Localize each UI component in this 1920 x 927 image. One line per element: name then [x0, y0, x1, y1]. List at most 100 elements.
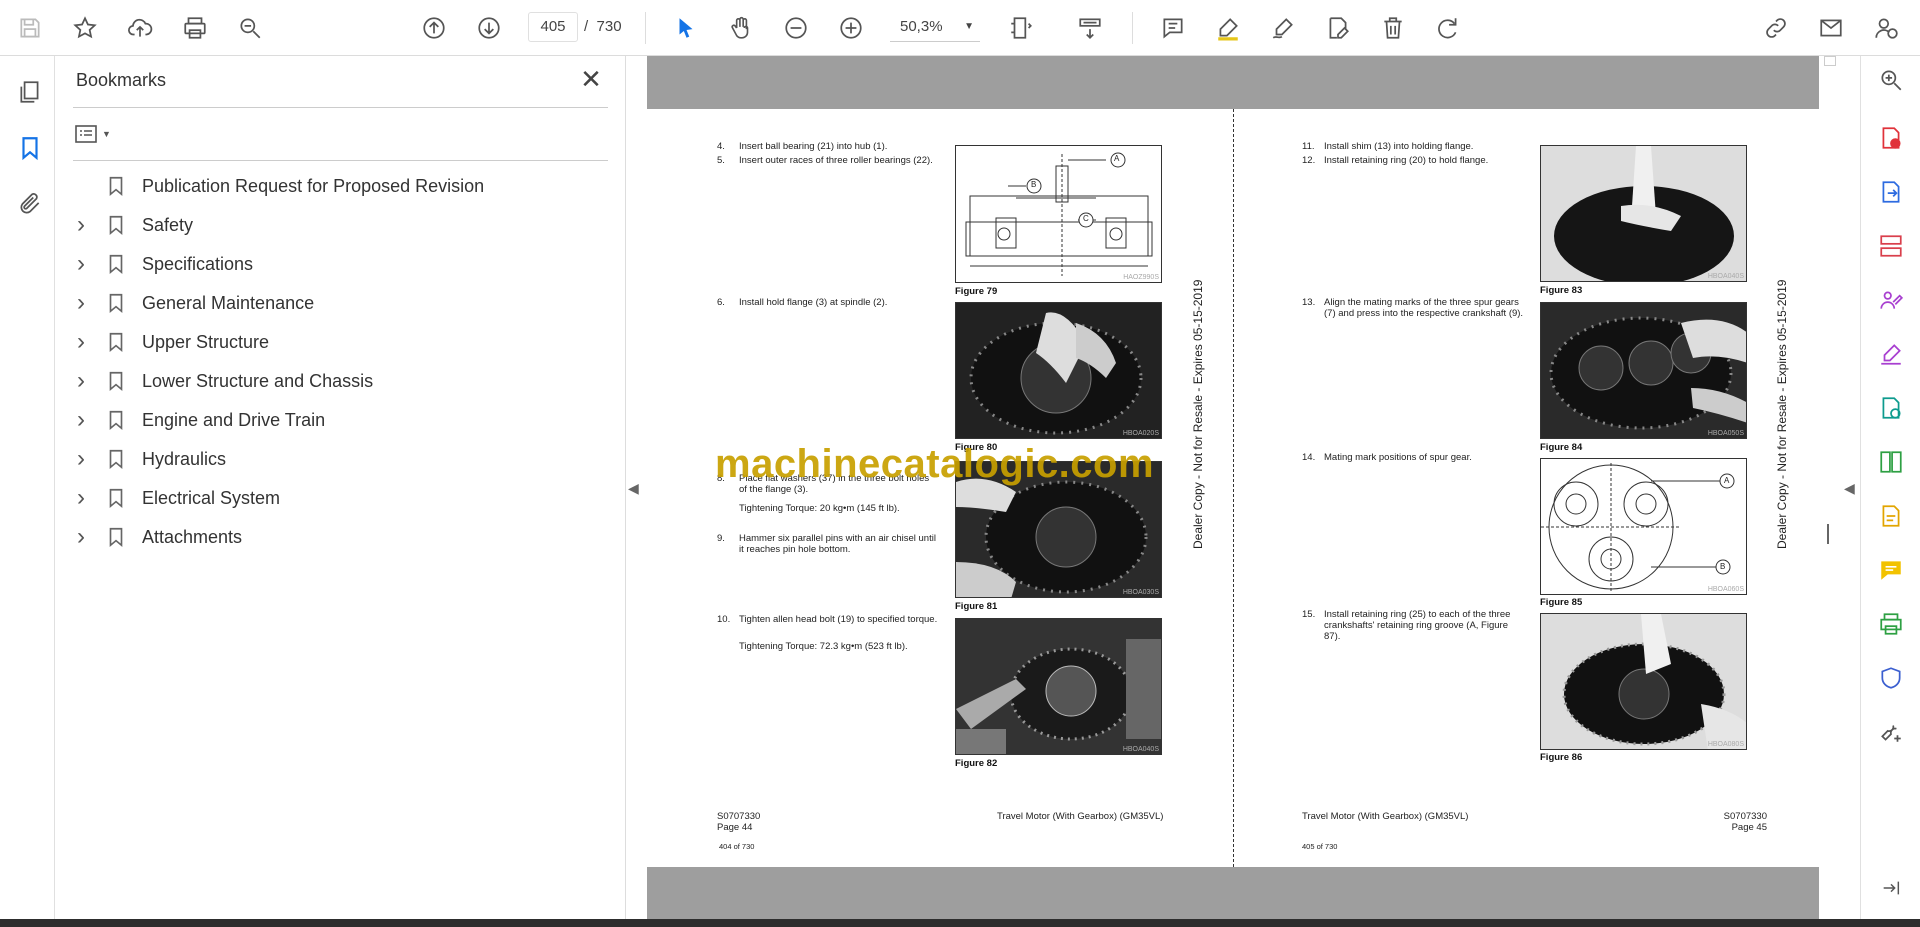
draw-pen-icon[interactable]	[1265, 10, 1301, 46]
comment-icon[interactable]	[1155, 10, 1191, 46]
step-text: Tighten allen head bolt (19) to specifie…	[739, 614, 938, 625]
bookmark-flag-icon	[96, 526, 136, 548]
print-production-icon[interactable]	[1875, 608, 1907, 640]
bookmark-flag-icon	[96, 370, 136, 392]
more-tools-icon[interactable]	[1875, 716, 1907, 748]
organize-pages-icon[interactable]	[1875, 230, 1907, 262]
collapse-tools-icon[interactable]	[1875, 872, 1907, 904]
figure-85-image: A B HBOA060S	[1540, 458, 1747, 595]
figure-caption: Figure 82	[955, 758, 998, 769]
bookmark-flag-icon	[96, 292, 136, 314]
vertical-scrollbar[interactable]: ◀	[1820, 56, 1859, 919]
zoom-out-icon[interactable]	[778, 10, 814, 46]
chevron-right-icon[interactable]: ›	[66, 367, 96, 395]
bookmark-label: General Maintenance	[142, 292, 315, 313]
search-zoom-icon[interactable]	[1875, 64, 1907, 96]
redo-icon[interactable]	[1430, 10, 1466, 46]
chevron-down-icon: ▼	[102, 129, 111, 139]
send-for-review-icon[interactable]	[1875, 392, 1907, 424]
chevron-down-icon: ▼	[964, 21, 974, 32]
bookmark-label: Upper Structure	[142, 331, 270, 352]
upload-cloud-icon[interactable]	[122, 10, 158, 46]
bookmark-item[interactable]: › Specifications	[66, 245, 606, 283]
star-icon[interactable]	[67, 10, 103, 46]
export-pdf-icon[interactable]	[1875, 176, 1907, 208]
bookmark-item[interactable]: › Lower Structure and Chassis	[66, 362, 606, 400]
figure-code: HBOA060S	[1707, 586, 1744, 593]
page-number-input[interactable]: 405	[528, 12, 578, 42]
hand-tool-icon[interactable]	[723, 10, 759, 46]
bookmark-item[interactable]: › General Maintenance	[66, 284, 606, 322]
attachments-icon[interactable]	[14, 188, 46, 220]
fit-page-icon[interactable]	[1003, 10, 1039, 46]
figure-code: HBOA080S	[1707, 741, 1744, 748]
chevron-right-icon[interactable]: ›	[66, 328, 96, 356]
figure-80-image: HBOA020S	[955, 302, 1162, 439]
chevron-right-icon[interactable]: ›	[66, 289, 96, 317]
bookmark-item[interactable]: › Hydraulics	[66, 440, 606, 478]
create-pdf-icon[interactable]	[1875, 122, 1907, 154]
scroll-mode-icon[interactable]	[1072, 10, 1108, 46]
zoom-level-select[interactable]: 50,3% ▼	[890, 12, 980, 42]
chevron-right-icon[interactable]: ›	[66, 484, 96, 512]
footer-code: S0707330 Page 45	[1723, 811, 1767, 833]
request-signatures-icon[interactable]	[1875, 284, 1907, 316]
next-page-icon[interactable]	[471, 10, 507, 46]
figure-caption: Figure 79	[955, 286, 998, 297]
print-icon[interactable]	[177, 10, 213, 46]
highlight-icon[interactable]	[1210, 10, 1246, 46]
bookmark-label: Safety	[142, 214, 194, 235]
bookmark-item[interactable]: › Engine and Drive Train	[66, 401, 606, 439]
scrollbar-thumb[interactable]	[1824, 56, 1836, 66]
scan-ocr-icon[interactable]	[1875, 500, 1907, 532]
edit-text-icon[interactable]	[1320, 10, 1356, 46]
footer-page-count: 404 of 730	[719, 842, 755, 851]
step-number: 10.	[717, 614, 731, 625]
bookmark-item[interactable]: › Attachments	[66, 518, 606, 556]
comment-tool-icon[interactable]	[1875, 554, 1907, 586]
chevron-right-icon[interactable]: ›	[66, 211, 96, 239]
account-help-icon[interactable]	[1868, 10, 1904, 46]
bookmark-item[interactable]: Publication Request for Proposed Revisio…	[66, 167, 606, 205]
bookmark-item[interactable]: › Safety	[66, 206, 606, 244]
protect-shield-icon[interactable]	[1875, 662, 1907, 694]
main-toolbar: 405 / 730 50,3% ▼	[0, 0, 1920, 56]
bookmark-options-button[interactable]: ▼	[74, 118, 124, 150]
expand-right-panel-icon[interactable]: ◀	[1844, 480, 1855, 497]
step-number: 9.	[717, 533, 725, 544]
chevron-right-icon[interactable]: ›	[66, 406, 96, 434]
close-icon[interactable]: ✕	[576, 64, 606, 94]
scroll-marker	[1827, 524, 1829, 544]
footer-page-count: 405 of 730	[1302, 842, 1338, 851]
figure-code: HBOA030S	[1122, 589, 1159, 596]
share-link-icon[interactable]	[1758, 10, 1794, 46]
step-number: 15.	[1302, 609, 1316, 620]
fill-sign-icon[interactable]	[1875, 338, 1907, 370]
page-thumbnails-icon[interactable]	[14, 76, 46, 108]
taskbar-strip	[0, 919, 1920, 927]
select-cursor-icon[interactable]	[668, 10, 704, 46]
chevron-right-icon[interactable]: ›	[66, 445, 96, 473]
chevron-right-icon[interactable]: ›	[66, 523, 96, 551]
figure-label: B	[1720, 562, 1726, 571]
step-number: 6.	[717, 297, 725, 308]
compare-files-icon[interactable]	[1875, 446, 1907, 478]
bookmarks-icon[interactable]	[14, 132, 46, 164]
zoom-in-icon[interactable]	[833, 10, 869, 46]
figure-caption: Figure 86	[1540, 752, 1583, 763]
collapse-panel-icon[interactable]: ◀	[628, 480, 639, 497]
figure-code: HBOA040S	[1122, 746, 1159, 753]
delete-icon[interactable]	[1375, 10, 1411, 46]
previous-page-icon[interactable]	[416, 10, 452, 46]
save-icon[interactable]	[12, 10, 48, 46]
chevron-right-icon[interactable]: ›	[66, 250, 96, 278]
figure-caption: Figure 81	[955, 601, 998, 612]
step-text: Install hold flange (3) at spindle (2).	[739, 297, 888, 308]
figure-code: HAOZ990S	[1123, 274, 1159, 281]
figure-label: A	[1114, 154, 1120, 163]
bookmark-item[interactable]: › Electrical System	[66, 479, 606, 517]
email-icon[interactable]	[1813, 10, 1849, 46]
bookmark-item[interactable]: › Upper Structure	[66, 323, 606, 361]
zoom-search-icon[interactable]	[232, 10, 268, 46]
figure-caption: Figure 85	[1540, 597, 1583, 608]
